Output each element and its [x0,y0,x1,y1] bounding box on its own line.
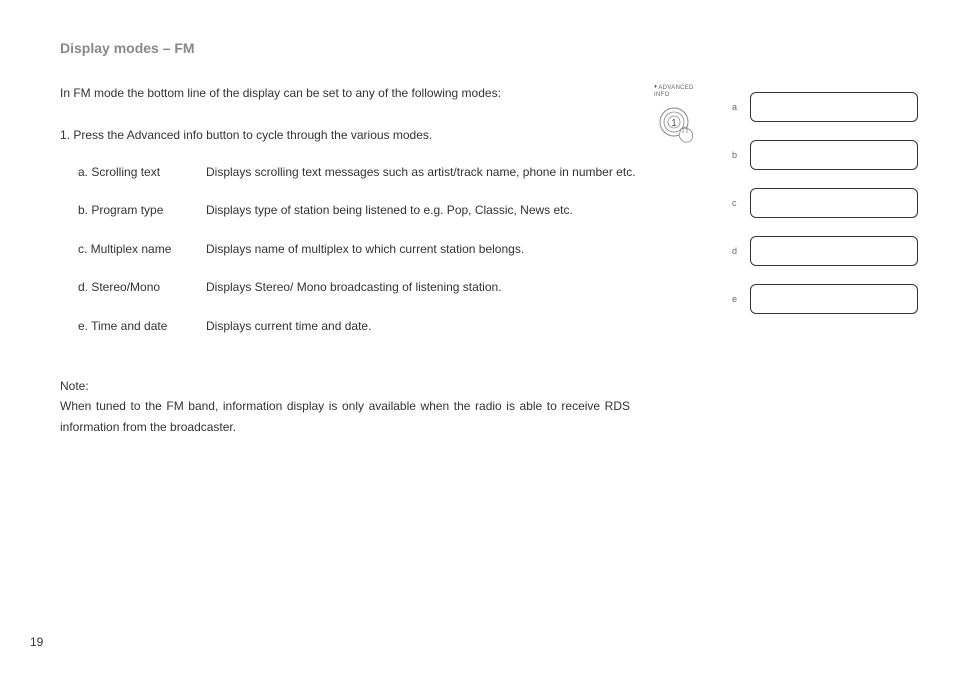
advanced-info-label: ♦ADVANCED INFO [654,84,718,100]
mode-label: c. Multiplex name [78,239,206,277]
mode-row: e. Time and date Displays current time a… [78,316,648,354]
mode-row: d. Stereo/Mono Displays Stereo/ Mono bro… [78,277,648,315]
mode-row: c. Multiplex name Displays name of multi… [78,239,648,277]
advanced-info-button-figure: ♦ADVANCED INFO 1 [648,84,718,152]
display-row-a: a [732,92,918,122]
note-label: Note: [60,376,630,396]
page-number: 19 [30,635,43,649]
display-box [750,284,918,314]
mode-desc: Displays name of multiplex to which curr… [206,239,648,277]
display-box [750,188,918,218]
display-row-e: e [732,284,918,314]
mode-label: e. Time and date [78,316,206,354]
mode-row: a. Scrolling text Displays scrolling tex… [78,162,648,200]
figure-column: ♦ADVANCED INFO 1 a b c [648,84,924,437]
display-letter: a [732,102,750,112]
mode-desc: Displays Stereo/ Mono broadcasting of li… [206,277,648,315]
modes-table: a. Scrolling text Displays scrolling tex… [78,162,648,354]
mode-desc: Displays type of station being listened … [206,200,648,238]
mode-desc: Displays scrolling text messages such as… [206,162,648,200]
display-row-c: c [732,188,918,218]
content-area: In FM mode the bottom line of the displa… [30,84,924,437]
display-box [750,236,918,266]
page-title: Display modes – FM [60,40,924,56]
bullet-icon: ♦ [654,84,657,91]
advanced-text: ADVANCED [658,85,693,91]
display-boxes-column: a b c d e [732,92,918,332]
note-text: When tuned to the FM band, information d… [60,396,630,437]
mode-desc: Displays current time and date. [206,316,648,354]
info-text: INFO [654,92,670,98]
display-letter: e [732,294,750,304]
step-1: 1. Press the Advanced info button to cyc… [60,126,630,144]
display-box [750,140,918,170]
display-letter: c [732,198,750,208]
display-letter: d [732,246,750,256]
display-letter: b [732,150,750,160]
display-row-d: d [732,236,918,266]
mode-label: a. Scrolling text [78,162,206,200]
display-box [750,92,918,122]
mode-label: b. Program type [78,200,206,238]
intro-text: In FM mode the bottom line of the displa… [60,84,630,102]
finger-press-icon: 1 [654,102,704,152]
mode-row: b. Program type Displays type of station… [78,200,648,238]
mode-label: d. Stereo/Mono [78,277,206,315]
display-row-b: b [732,140,918,170]
button-number: 1 [671,118,677,129]
text-column: In FM mode the bottom line of the displa… [60,84,630,437]
